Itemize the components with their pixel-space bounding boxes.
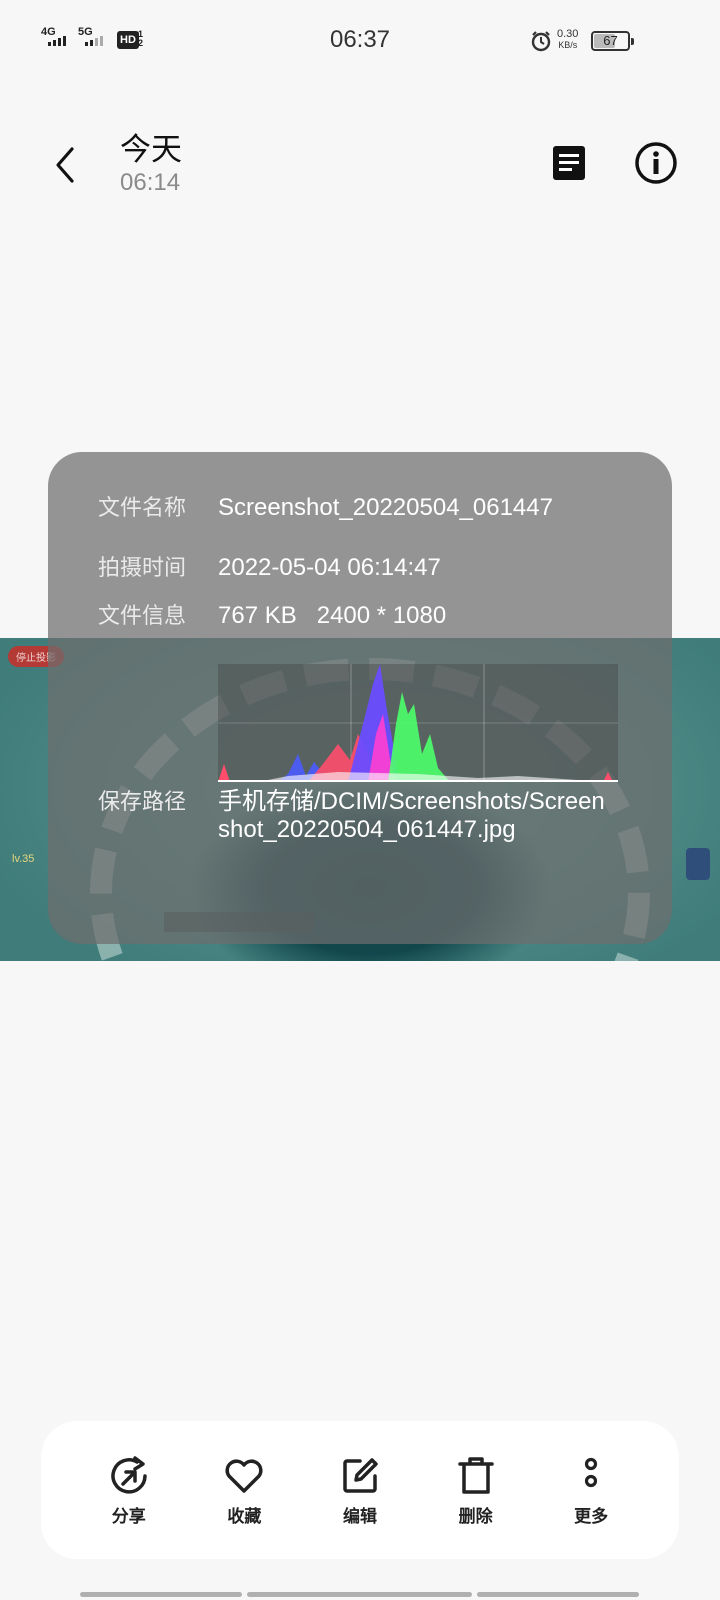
info-row-path: 保存路径 手机存储/DCIM/Screenshots/Screenshot_20…	[98, 788, 608, 844]
file-info-panel: 文件名称 Screenshot_20220504_061447 拍摄时间 202…	[48, 452, 672, 944]
share-button[interactable]: 分享	[84, 1454, 174, 1527]
battery-icon: 67	[591, 31, 634, 51]
heart-icon	[225, 1459, 263, 1493]
save-path-value: 手机存储/DCIM/Screenshots/Screenshot_2022050…	[218, 788, 605, 843]
net-speed: 0.30 KB/s	[557, 28, 579, 51]
capture-time-label: 拍摄时间	[98, 555, 187, 580]
game-side-item	[686, 848, 710, 880]
share-label: 分享	[111, 1506, 146, 1526]
page-subtitle: 06:14	[120, 169, 181, 196]
file-info-value: 767 KB 2400 * 1080	[218, 602, 447, 629]
nav-indicator-left	[80, 1592, 242, 1597]
file-info-label: 文件信息	[98, 603, 187, 628]
trash-icon	[457, 1456, 494, 1494]
edit-label: 编辑	[342, 1506, 377, 1526]
nav-indicator-center[interactable]	[247, 1592, 472, 1597]
edit-button[interactable]: 编辑	[315, 1454, 405, 1527]
histogram-graphic	[218, 664, 618, 782]
more-label: 更多	[574, 1506, 609, 1526]
info-row-filename: 文件名称 Screenshot_20220504_061447	[98, 494, 608, 522]
battery-level: 67	[603, 33, 618, 48]
delete-label: 删除	[458, 1506, 493, 1526]
game-side-badge: lv.35	[12, 853, 35, 865]
document-button[interactable]	[542, 136, 596, 190]
histogram	[218, 664, 618, 782]
nav-indicator-right	[477, 1592, 639, 1597]
favorite-button[interactable]: 收藏	[199, 1454, 289, 1527]
filename-label: 文件名称	[98, 495, 187, 520]
save-path-label: 保存路径	[98, 789, 187, 814]
info-row-fileinfo: 文件信息 767 KB 2400 * 1080	[98, 602, 608, 630]
header-bar: 今天 06:14	[0, 120, 720, 210]
back-button[interactable]	[40, 140, 90, 190]
more-button[interactable]: 更多	[546, 1454, 636, 1527]
info-icon	[635, 142, 677, 184]
page-title: 今天	[120, 132, 182, 167]
filename-value: Screenshot_20220504_061447	[218, 494, 553, 521]
chevron-left-icon	[56, 147, 74, 183]
alarm-icon	[531, 31, 551, 52]
bottom-toolbar: 分享 收藏 编辑 删除 更多	[41, 1421, 679, 1559]
info-row-time: 拍摄时间 2022-05-04 06:14:47	[98, 554, 608, 582]
capture-time-value: 2022-05-04 06:14:47	[218, 554, 441, 581]
document-icon	[553, 146, 585, 180]
title-block: 今天 06:14	[120, 132, 182, 198]
edit-icon	[343, 1457, 378, 1493]
delete-button[interactable]: 删除	[431, 1454, 521, 1527]
status-bar: 4G 5G HD 12 06:37 0.30 KB/s 67	[0, 0, 720, 80]
info-button[interactable]	[629, 136, 683, 190]
favorite-label: 收藏	[227, 1506, 262, 1526]
more-vertical-icon	[585, 1457, 598, 1487]
share-icon	[111, 1455, 147, 1494]
